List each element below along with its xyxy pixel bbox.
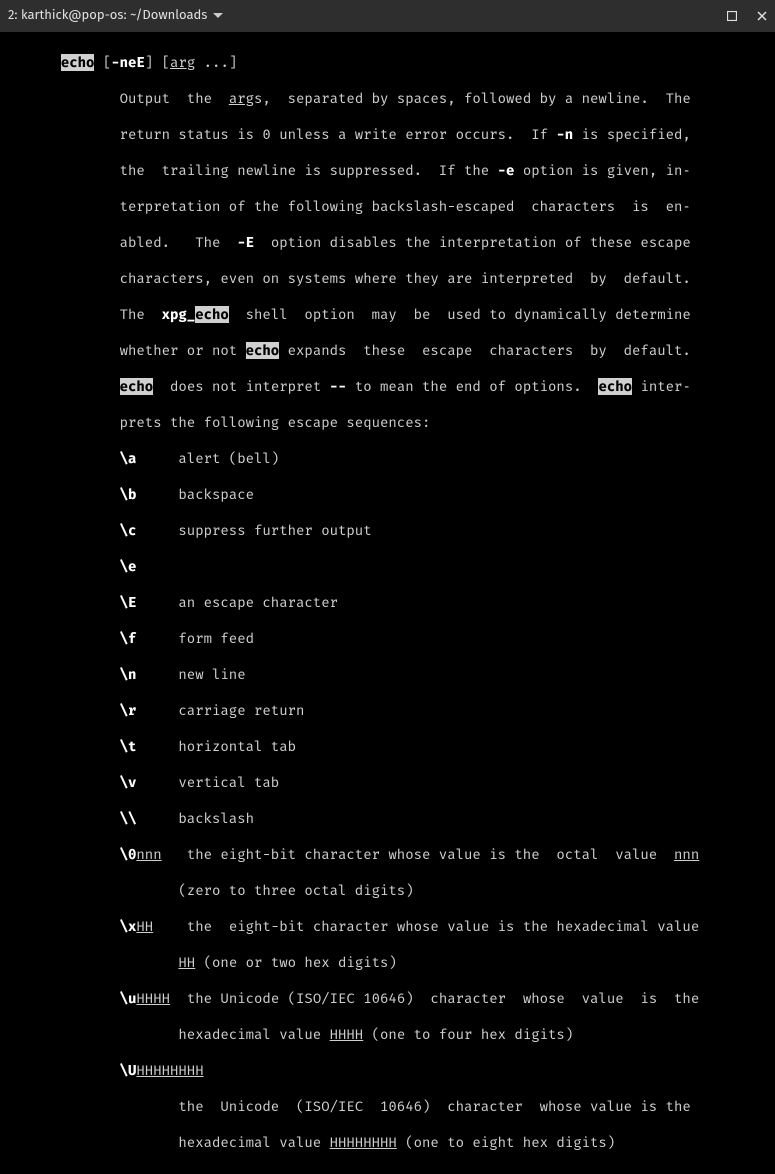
- window-title: 2: karthick@pop-os: ~/Downloads: [8, 7, 207, 25]
- window-titlebar: 2: karthick@pop-os: ~/Downloads: [0, 0, 775, 32]
- maximize-icon[interactable]: [725, 9, 739, 23]
- syn-line: echo [-neE] [arg ...]: [2, 54, 773, 72]
- window-controls: [725, 0, 769, 32]
- close-icon[interactable]: [755, 9, 769, 23]
- chevron-down-icon[interactable]: [213, 13, 223, 19]
- cmd-echo: echo: [61, 54, 95, 71]
- terminal-output[interactable]: echo [-neE] [arg ...] Output the args, s…: [0, 32, 775, 1174]
